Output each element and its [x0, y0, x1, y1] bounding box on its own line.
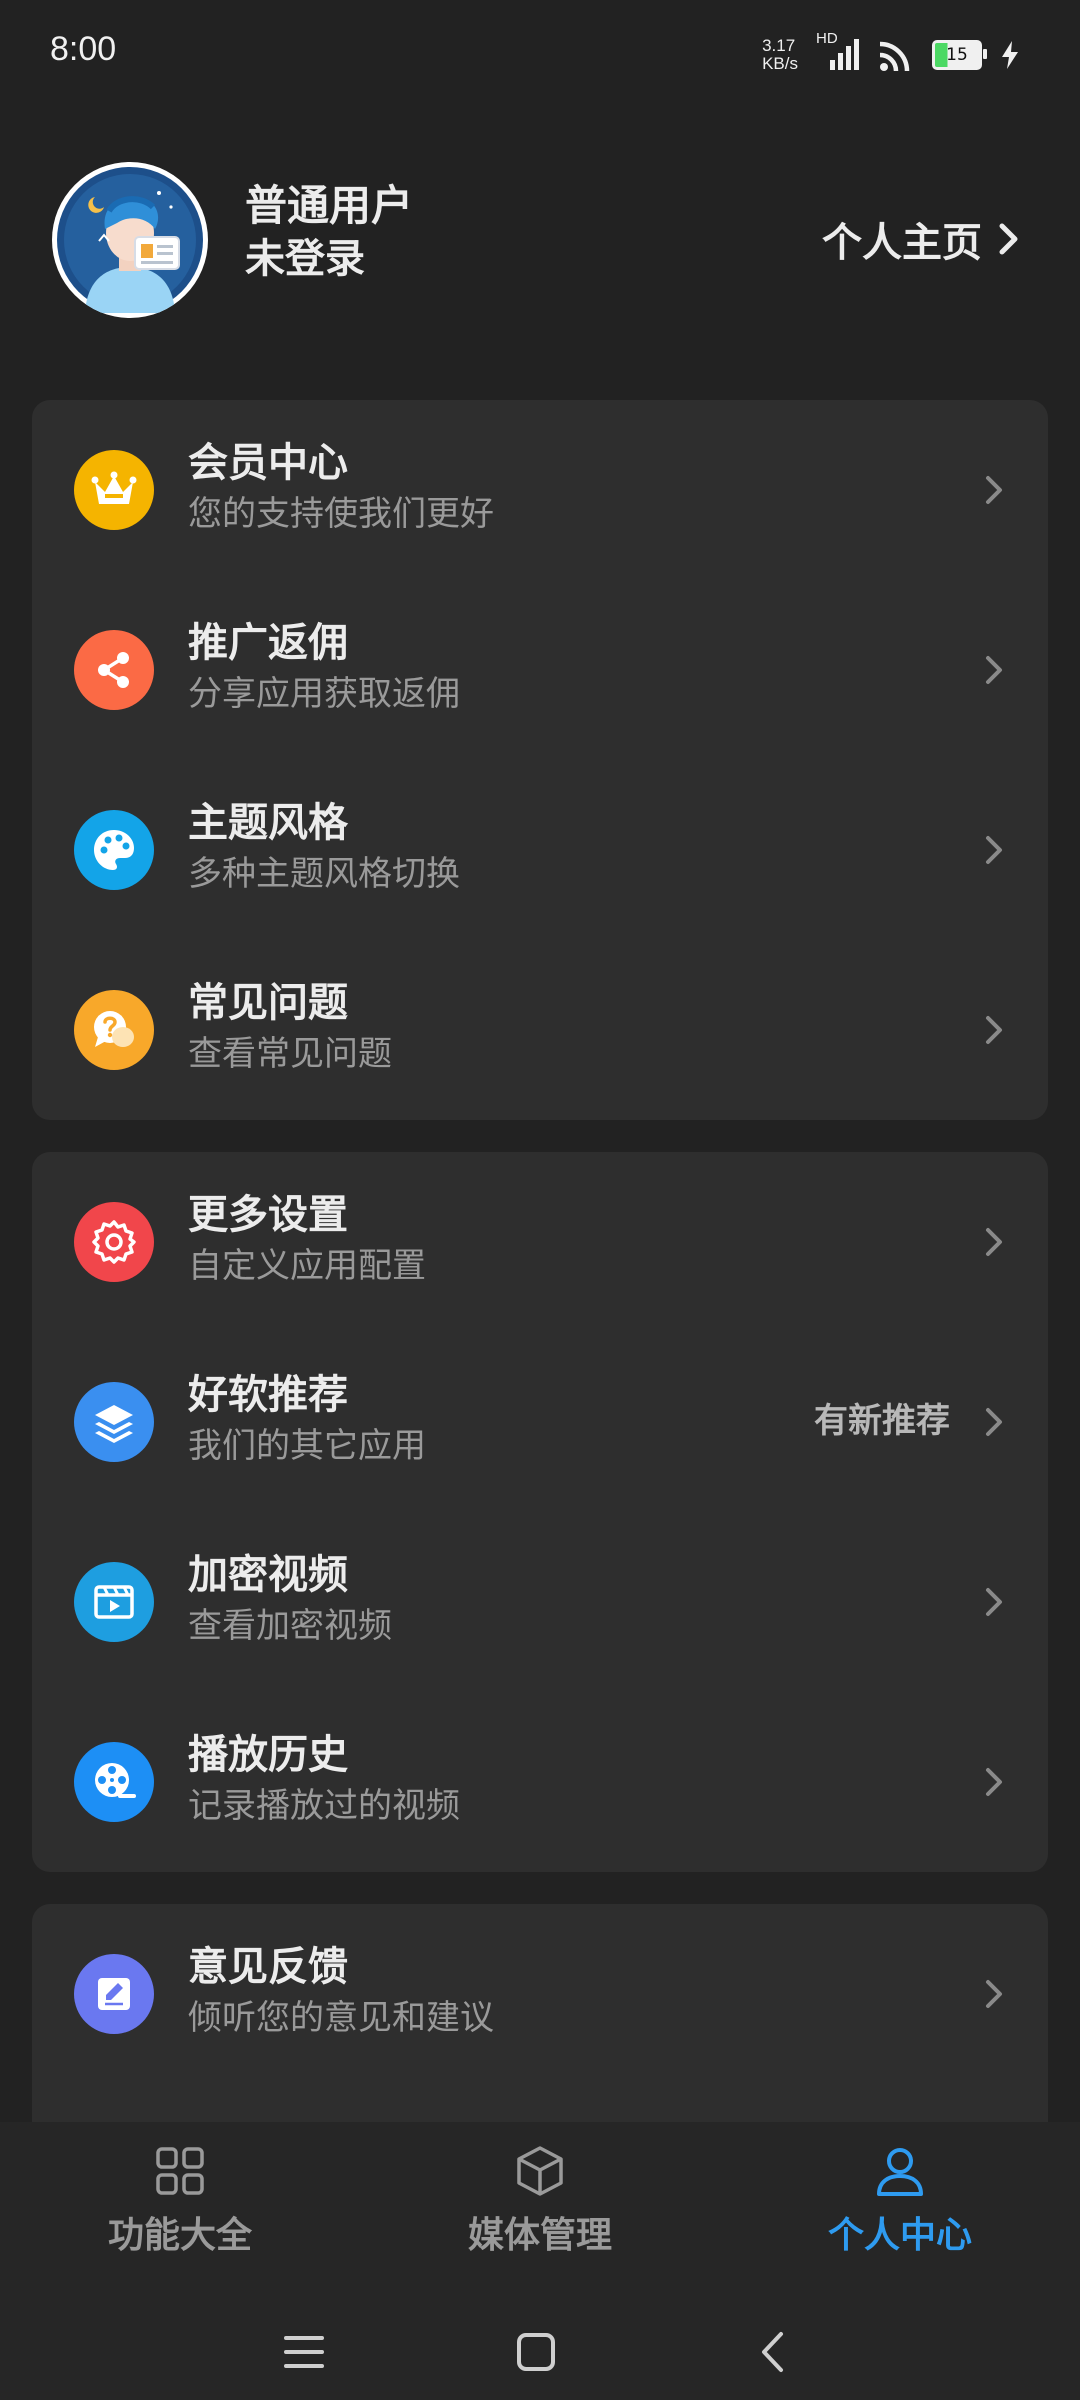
chevron-right-icon	[999, 223, 1018, 255]
status-bar: 8:00 3.17 KB/s HD 15	[0, 0, 1080, 110]
tab-media-management[interactable]: 媒体管理	[390, 2144, 690, 2258]
video-clapper-icon	[74, 1562, 154, 1642]
battery-level: 15	[946, 45, 968, 65]
status-time: 8:00	[50, 30, 117, 68]
tab-features[interactable]: 功能大全	[30, 2144, 330, 2258]
home-button[interactable]	[512, 2328, 560, 2376]
chevron-right-icon	[986, 1768, 1002, 1796]
battery-icon: 15	[932, 40, 987, 70]
edit-note-icon	[74, 1954, 154, 2034]
menu-item-subtitle: 查看加密视频	[188, 1606, 392, 1646]
person-icon	[877, 2148, 923, 2196]
palette-icon	[74, 810, 154, 890]
user-name: 普通用户	[245, 181, 414, 230]
menu-item-subtitle: 您的支持使我们更好	[188, 494, 494, 534]
bottom-navigation: 功能大全 媒体管理 个人中心	[0, 2122, 1080, 2292]
charging-bolt-icon	[1002, 41, 1018, 69]
chevron-right-icon	[986, 476, 1002, 504]
profile-text: 普通用户 未登录	[245, 180, 413, 286]
system-navigation-bar	[0, 2292, 1080, 2400]
menu-item-title: 推广返佣	[188, 620, 348, 666]
network-speed-unit: KB/s	[762, 54, 798, 73]
menu-item-subtitle: 分享应用获取返佣	[188, 674, 460, 714]
menu-item-subtitle: 我们的其它应用	[188, 1426, 426, 1466]
menu-item-title: 常见问题	[188, 980, 348, 1026]
menu-item-subtitle: 多种主题风格切换	[188, 854, 460, 894]
recent-apps-button[interactable]	[280, 2328, 328, 2376]
status-icons: 3.17 KB/s HD 15	[762, 30, 1020, 80]
share-icon	[74, 630, 154, 710]
menu-item-subtitle: 记录播放过的视频	[188, 1786, 460, 1826]
gear-icon	[74, 1202, 154, 1282]
login-status[interactable]: 未登录	[245, 232, 413, 286]
grid-icon	[156, 2147, 204, 2195]
chevron-right-icon	[986, 1408, 1002, 1436]
menu-item-referral[interactable]: 推广返佣 分享应用获取返佣	[32, 580, 1048, 760]
back-button[interactable]	[748, 2328, 796, 2376]
menu-item-subtitle: 查看常见问题	[188, 1034, 392, 1074]
chevron-right-icon	[986, 656, 1002, 684]
menu-item-encrypted-videos[interactable]: 加密视频 查看加密视频	[32, 1512, 1048, 1692]
menu-item-settings[interactable]: 更多设置 自定义应用配置	[32, 1152, 1048, 1332]
profile-header[interactable]: 普通用户 未登录 个人主页	[0, 140, 1080, 340]
back-chevron-icon	[762, 2332, 783, 2372]
tab-label: 媒体管理	[467, 2215, 612, 2256]
menu-card-media: 更多设置 自定义应用配置 好软推荐 我们的其它应用 有新推荐 加密视频 查看加密…	[32, 1152, 1048, 1872]
menu-item-subtitle: 倾听您的意见和建议	[188, 1998, 494, 2038]
personal-homepage-label: 个人主页	[822, 220, 982, 266]
network-speed-value: 3.17	[762, 36, 796, 55]
menu-item-title: 好软推荐	[188, 1372, 348, 1418]
menu-item-membership[interactable]: 会员中心 您的支持使我们更好	[32, 400, 1048, 580]
chevron-right-icon	[986, 836, 1002, 864]
chevron-right-icon	[986, 1980, 1002, 2008]
menu-item-feedback[interactable]: 意见反馈 倾听您的意见和建议	[32, 1904, 1048, 2084]
menu-item-recommended-apps[interactable]: 好软推荐 我们的其它应用 有新推荐	[32, 1332, 1048, 1512]
personal-homepage-link[interactable]: 个人主页	[822, 210, 1022, 268]
layers-icon	[74, 1382, 154, 1462]
signal-icon: HD	[816, 30, 860, 72]
chevron-right-icon	[986, 1016, 1002, 1044]
menu-item-faq[interactable]: 常见问题 查看常见问题	[32, 940, 1048, 1120]
menu-lines-icon	[284, 2336, 324, 2368]
new-recommendation-badge: 有新推荐	[814, 1401, 950, 1441]
menu-item-title: 更多设置	[188, 1192, 348, 1238]
avatar[interactable]	[52, 162, 208, 318]
menu-item-subtitle: 自定义应用配置	[188, 1246, 426, 1286]
network-speed: 3.17 KB/s	[762, 37, 798, 73]
chevron-right-icon	[986, 1228, 1002, 1256]
menu-item-title: 加密视频	[188, 1552, 348, 1598]
crown-icon	[74, 450, 154, 530]
tab-personal-center[interactable]: 个人中心	[750, 2144, 1050, 2258]
menu-item-title: 播放历史	[188, 1732, 348, 1778]
user-avatar-illustration	[57, 167, 203, 313]
menu-item-title: 会员中心	[188, 440, 348, 486]
menu-item-theme[interactable]: 主题风格 多种主题风格切换	[32, 760, 1048, 940]
square-home-icon	[517, 2333, 555, 2371]
menu-card-account: 会员中心 您的支持使我们更好 推广返佣 分享应用获取返佣 主题风格 多种主题风格…	[32, 400, 1048, 1120]
cube-icon	[517, 2146, 563, 2196]
tab-label: 功能大全	[107, 2215, 252, 2256]
menu-item-play-history[interactable]: 播放历史 记录播放过的视频	[32, 1692, 1048, 1872]
film-reel-icon	[74, 1742, 154, 1822]
question-chat-icon	[74, 990, 154, 1070]
tab-label: 个人中心	[827, 2215, 972, 2256]
chevron-right-icon	[986, 1588, 1002, 1616]
menu-item-title: 主题风格	[188, 800, 348, 846]
wifi-icon	[879, 41, 910, 72]
menu-item-title: 意见反馈	[188, 1944, 348, 1990]
signal-tag: HD	[816, 30, 838, 47]
